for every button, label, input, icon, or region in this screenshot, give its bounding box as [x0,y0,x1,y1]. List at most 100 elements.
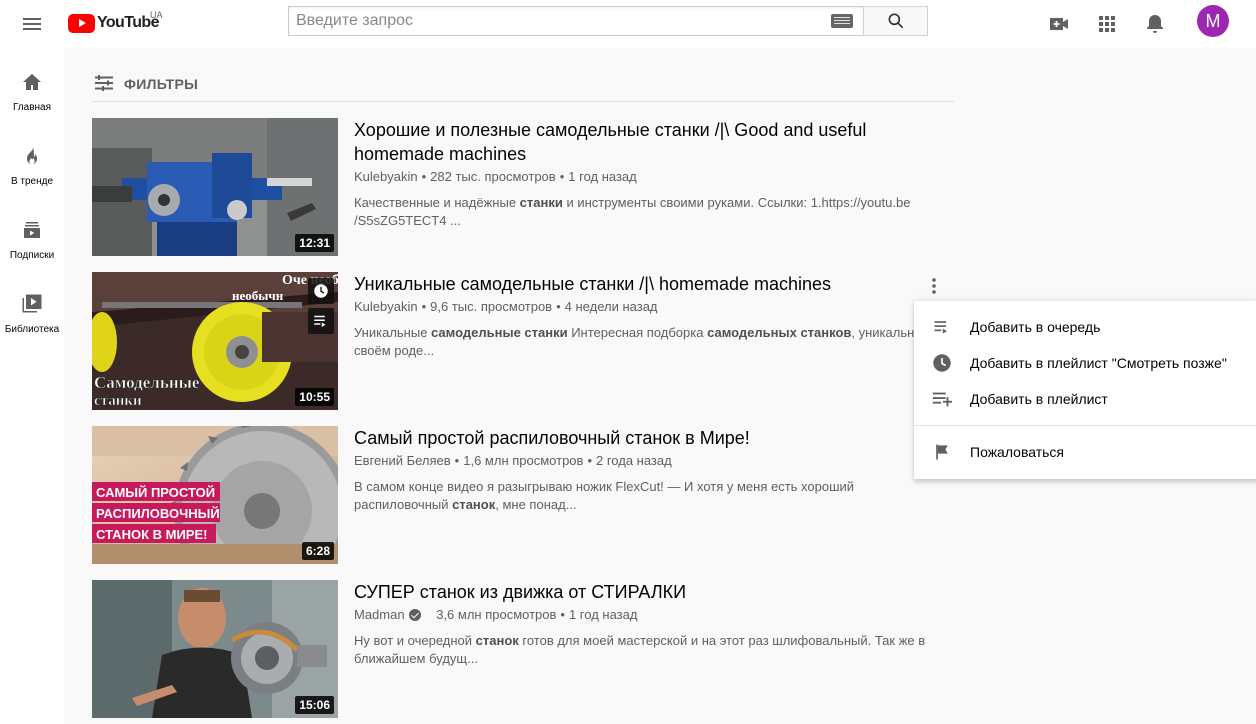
keyboard-icon[interactable] [831,14,853,28]
video-duration: 10:55 [295,388,334,406]
add-to-queue-button[interactable] [308,308,334,334]
video-title[interactable]: Хорошие и полезные самодельные станки /|… [354,118,914,166]
flag-icon [930,440,954,464]
video-title[interactable]: Уникальные самодельные станки /|\ homema… [354,272,914,296]
channel-name[interactable]: Евгений Беляев [354,452,451,470]
add-to-queue-icon [314,315,326,327]
video-thumbnail[interactable]: 12:31 [92,118,338,256]
bell-icon[interactable] [1139,8,1171,40]
video-thumbnail[interactable]: САМЫЙ ПРОСТОЙ РАСПИЛОВОЧНЫЙ СТАНОК В МИР… [92,426,338,564]
search-button[interactable] [863,6,928,36]
view-count: 282 тыс. просмотров [430,169,556,184]
desc-highlight: станки [519,195,563,210]
more-vertical-icon [932,278,936,294]
meta-separator: • [556,299,561,314]
more-actions-button[interactable] [922,266,946,306]
watch-later-button[interactable] [308,278,334,304]
video-info: Уникальные самодельные станки /|\ homema… [354,272,954,360]
guide-label: В тренде [10,176,54,187]
guide-sidebar: Главная В тренде Подписки Библиотека [0,48,64,724]
guide-label: Главная [12,102,52,113]
youtube-play-icon [68,13,95,33]
masthead: YouTube UA M [0,0,1256,48]
upload-age: 1 год назад [568,169,637,184]
apps-grid-icon[interactable] [1091,8,1123,40]
country-code: UA [150,10,163,20]
desc-text: Качественные и надёжные [354,195,520,210]
subscriptions-icon [20,218,44,242]
clock-icon [930,351,954,375]
meta-separator: • [421,169,427,184]
thumb-text: станки [94,393,142,409]
video-meta: Kulebyakin • 282 тыс. просмотров • 1 год… [354,168,954,186]
search-icon [888,13,903,29]
menu-divider [914,425,1256,426]
view-count: 9,6 тыс. просмотров [430,299,553,314]
menu-icon[interactable] [16,8,48,40]
video-description: Ну вот и очередной станок готов для моей… [354,632,944,668]
menu-item-add-to-queue[interactable]: Добавить в очередь [914,309,1256,345]
meta-separator: • [454,453,460,468]
guide-label: Подписки [9,250,55,261]
view-count: 1,6 млн просмотров [463,453,584,468]
guide-item-subscriptions[interactable]: Подписки [0,196,64,270]
video-title[interactable]: Самый простой распиловочный станок в Мир… [354,426,914,450]
video-duration: 15:06 [295,696,334,714]
filters-toggle[interactable]: ФИЛЬТРЫ [92,72,954,102]
home-icon [20,70,44,94]
thumb-text: РАСПИЛОВОЧНЫЙ [96,506,220,521]
meta-separator [429,606,433,624]
desc-text: Уникальные [354,325,432,340]
video-thumbnail[interactable]: 15:06 [92,580,338,718]
add-to-queue-icon [930,315,954,339]
search-bar [288,6,928,36]
channel-name[interactable]: Kulebyakin [354,298,418,316]
channel-name[interactable]: Kulebyakin [354,168,418,186]
menu-item-watch-later[interactable]: Добавить в плейлист "Смотреть позже" [914,345,1256,381]
search-box [288,6,863,36]
meta-separator: • [560,607,565,622]
video-result: 15:06 СУПЕР станок из движка от СТИРАЛКИ… [92,580,954,718]
desc-text: Ну вот и очередной [354,633,476,648]
menu-item-report[interactable]: Пожаловаться [914,434,1256,470]
flame-icon [20,144,44,168]
video-description: В самом конце видео я разыгрываю ножик F… [354,478,944,514]
video-result: САМЫЙ ПРОСТОЙ РАСПИЛОВОЧНЫЙ СТАНОК В МИР… [92,426,954,564]
desc-text: , мне понад... [495,497,577,512]
desc-text: В самом конце видео я разыгрываю ножик F… [354,479,855,512]
youtube-logo[interactable]: YouTube UA [68,10,163,33]
video-result: 12:31 Хорошие и полезные самодельные ста… [92,118,954,256]
thumb-text: Самодельные [94,373,200,392]
video-info: СУПЕР станок из движка от СТИРАЛКИ Madma… [354,580,954,668]
menu-item-label: Пожаловаться [970,444,1065,460]
desc-highlight: станок [452,497,496,512]
desc-highlight: станок [475,633,519,648]
meta-separator: • [421,299,427,314]
filters-label: ФИЛЬТРЫ [124,76,199,92]
video-meta: Madman 3,6 млн просмотров • 1 год назад [354,606,954,624]
menu-item-label: Добавить в очередь [970,319,1101,335]
video-description: Уникальные самодельные станки Интересная… [354,324,944,360]
channel-name[interactable]: Madman [354,606,405,624]
thumb-text: СТАНОК В МИРЕ! [96,527,207,542]
guide-item-library[interactable]: Библиотека [0,270,64,344]
video-info: Самый простой распиловочный станок в Мир… [354,426,954,514]
meta-separator: • [587,453,592,468]
menu-item-add-to-playlist[interactable]: Добавить в плейлист [914,381,1256,417]
desc-text: Интересная подборка [567,325,708,340]
search-input[interactable] [289,12,831,30]
upload-age: 1 год назад [568,607,638,622]
meta-separator: • [559,169,565,184]
video-camera-add-icon[interactable] [1043,8,1075,40]
upload-age: 2 года назад [596,453,672,468]
video-description: Качественные и надёжные станки и инструм… [354,194,944,230]
guide-item-home[interactable]: Главная [0,48,64,122]
video-title[interactable]: СУПЕР станок из движка от СТИРАЛКИ [354,580,914,604]
view-count: 3,6 млн просмотров [436,607,557,622]
guide-label: Библиотека [4,324,60,335]
video-thumbnail[interactable]: Оче необычн необычн Самодельные станки 1… [92,272,338,410]
video-actions-menu: Добавить в очередь Добавить в плейлист "… [914,301,1256,479]
video-result: Оче необычн необычн Самодельные станки 1… [92,272,954,410]
avatar[interactable]: M [1197,5,1229,37]
guide-item-trending[interactable]: В тренде [0,122,64,196]
